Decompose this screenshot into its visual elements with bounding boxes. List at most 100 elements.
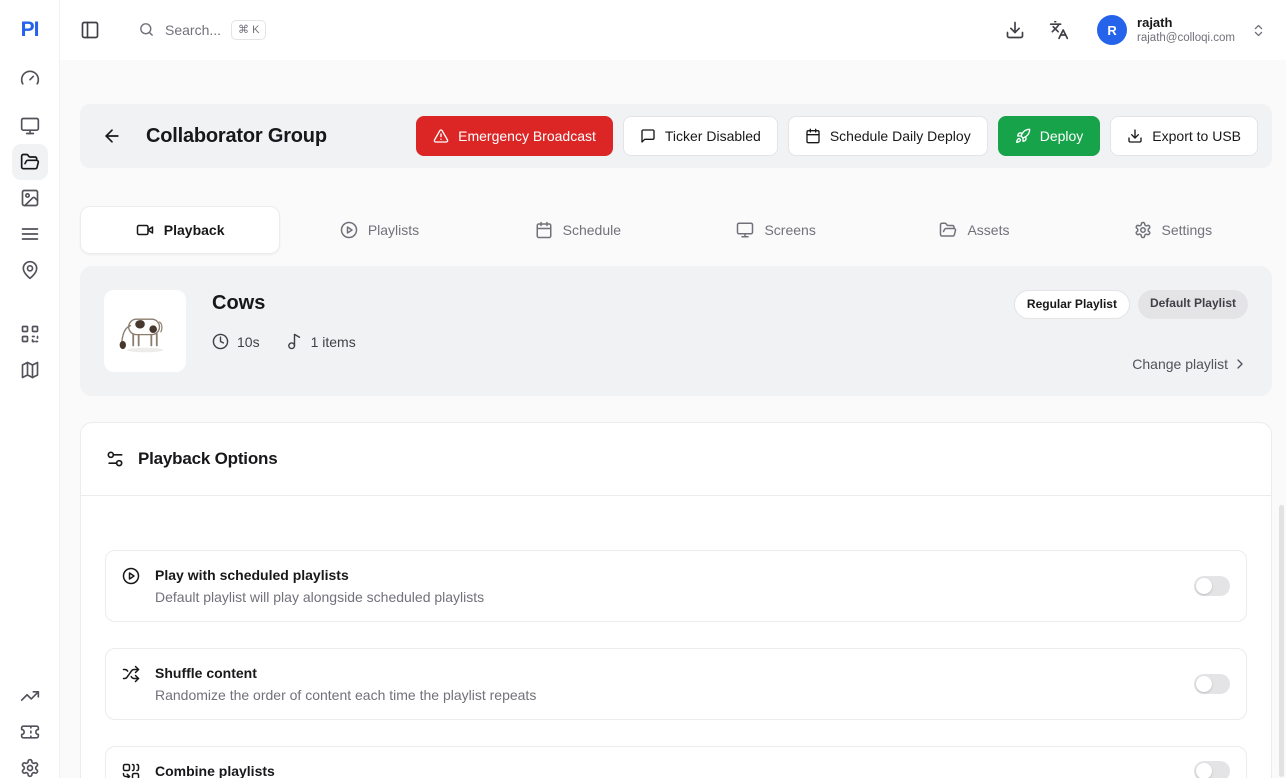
option-title: Combine playlists xyxy=(155,760,275,778)
tab-settings[interactable]: Settings xyxy=(1074,206,1272,254)
shuffle-icon xyxy=(122,665,140,683)
map-icon xyxy=(20,360,40,380)
main-area: Search... ⌘ K R rajath rajath@colloqi.co… xyxy=(60,0,1286,778)
duration-value: 10s xyxy=(237,334,260,350)
scrollbar-thumb[interactable] xyxy=(1279,505,1284,777)
topbar-icons xyxy=(997,12,1077,48)
play-circle-icon xyxy=(122,567,140,585)
export-to-usb-button[interactable]: Export to USB xyxy=(1110,116,1258,156)
page-actions: Emergency Broadcast Ticker Disabled Sche… xyxy=(416,116,1258,156)
arrow-left-icon xyxy=(102,126,122,146)
sidebar-item-screens[interactable] xyxy=(12,108,48,144)
option-title: Play with scheduled playlists xyxy=(155,564,484,586)
topbar: Search... ⌘ K R rajath rajath@colloqi.co… xyxy=(60,0,1286,60)
folder-open-icon xyxy=(939,221,957,239)
monitor-icon xyxy=(20,116,40,136)
map-pin-icon xyxy=(20,260,40,280)
tab-label: Playback xyxy=(164,222,225,238)
sidebar: PI xyxy=(0,0,60,778)
shuffle-content-toggle[interactable] xyxy=(1194,674,1230,694)
option-description: Randomize the order of content each time… xyxy=(155,684,536,706)
option-text: Play with scheduled playlists Default pl… xyxy=(155,564,484,608)
tab-screens[interactable]: Screens xyxy=(677,206,875,254)
image-icon xyxy=(20,188,40,208)
button-label: Ticker Disabled xyxy=(665,128,761,144)
calendar-icon xyxy=(535,221,553,239)
sliders-icon xyxy=(105,449,125,469)
sidebar-item-playlists[interactable] xyxy=(12,216,48,252)
tab-assets[interactable]: Assets xyxy=(875,206,1073,254)
playlist-info: Cows 10s 1 items xyxy=(212,290,356,372)
sidebar-item-settings[interactable] xyxy=(12,750,48,778)
option-combine-playlists: Combine playlists xyxy=(105,746,1247,778)
playlist-badges: Regular Playlist Default Playlist xyxy=(1014,290,1248,319)
sidebar-item-dashboard[interactable] xyxy=(12,60,48,96)
language-button[interactable] xyxy=(1041,12,1077,48)
sidebar-item-map[interactable] xyxy=(12,352,48,388)
calendar-icon xyxy=(805,128,821,144)
chevrons-up-down-icon xyxy=(1251,23,1266,38)
trending-up-icon xyxy=(20,686,40,706)
avatar: R xyxy=(1097,15,1127,45)
gear-icon xyxy=(20,758,40,778)
tab-label: Schedule xyxy=(563,222,621,238)
combine-playlists-toggle[interactable] xyxy=(1194,761,1230,778)
sidebar-item-licenses[interactable] xyxy=(12,714,48,750)
schedule-daily-deploy-button[interactable]: Schedule Daily Deploy xyxy=(788,116,988,156)
qr-code-icon xyxy=(20,324,40,344)
tab-playback[interactable]: Playback xyxy=(80,206,280,254)
search-icon xyxy=(138,21,155,38)
gear-icon xyxy=(1134,221,1152,239)
sidebar-item-assets[interactable] xyxy=(12,180,48,216)
option-text: Shuffle content Randomize the order of c… xyxy=(155,662,536,706)
sidebar-item-groups[interactable] xyxy=(12,144,48,180)
panel-left-icon xyxy=(80,20,100,40)
option-text: Combine playlists xyxy=(155,760,275,778)
download-icon xyxy=(1005,20,1025,40)
sidebar-item-reports[interactable] xyxy=(12,678,48,714)
tab-schedule[interactable]: Schedule xyxy=(479,206,677,254)
user-names: rajath rajath@colloqi.com xyxy=(1137,15,1235,46)
ticker-disabled-button[interactable]: Ticker Disabled xyxy=(623,116,778,156)
change-playlist-link[interactable]: Change playlist xyxy=(1132,356,1248,372)
ticket-icon xyxy=(20,722,40,742)
folder-open-icon xyxy=(20,152,40,172)
user-menu[interactable]: R rajath rajath@colloqi.com xyxy=(1091,11,1272,50)
back-button[interactable] xyxy=(94,118,130,154)
sidebar-nav xyxy=(12,60,48,388)
alert-triangle-icon xyxy=(433,128,449,144)
download-button[interactable] xyxy=(997,12,1033,48)
global-search[interactable]: Search... ⌘ K xyxy=(138,20,266,40)
playback-options-title: Playback Options xyxy=(138,449,277,469)
playback-options-body: Play with scheduled playlists Default pl… xyxy=(81,496,1271,778)
sidebar-item-locations[interactable] xyxy=(12,252,48,288)
video-icon xyxy=(136,221,154,239)
page-header: Collaborator Group Emergency Broadcast T… xyxy=(80,104,1272,168)
page-title: Collaborator Group xyxy=(146,125,327,148)
emergency-broadcast-button[interactable]: Emergency Broadcast xyxy=(416,116,613,156)
button-label: Deploy xyxy=(1040,128,1084,144)
user-email: rajath@colloqi.com xyxy=(1137,31,1235,45)
sidebar-toggle-button[interactable] xyxy=(72,12,108,48)
playlist-title: Cows xyxy=(212,292,356,315)
deploy-button[interactable]: Deploy xyxy=(998,116,1101,156)
search-shortcut-kbd: ⌘ K xyxy=(231,20,266,40)
cow-image xyxy=(116,309,174,353)
playlist-meta: 10s 1 items xyxy=(212,333,356,350)
music-note-icon xyxy=(286,333,303,350)
option-shuffle-content: Shuffle content Randomize the order of c… xyxy=(105,648,1247,720)
app-logo[interactable]: PI xyxy=(21,0,39,60)
combine-icon xyxy=(122,763,140,778)
chevron-right-icon xyxy=(1232,356,1248,372)
play-with-scheduled-toggle[interactable] xyxy=(1194,576,1230,596)
playlist-item-count: 1 items xyxy=(286,333,356,350)
sidebar-item-qr[interactable] xyxy=(12,316,48,352)
tab-playlists[interactable]: Playlists xyxy=(280,206,478,254)
item-count-value: 1 items xyxy=(311,334,356,350)
playlist-card-right: Regular Playlist Default Playlist Change… xyxy=(1014,290,1248,372)
regular-playlist-badge: Regular Playlist xyxy=(1014,290,1130,319)
option-title: Shuffle content xyxy=(155,662,536,684)
download-icon xyxy=(1127,128,1143,144)
tab-label: Playlists xyxy=(368,222,419,238)
sidebar-bottom-nav xyxy=(12,678,48,778)
